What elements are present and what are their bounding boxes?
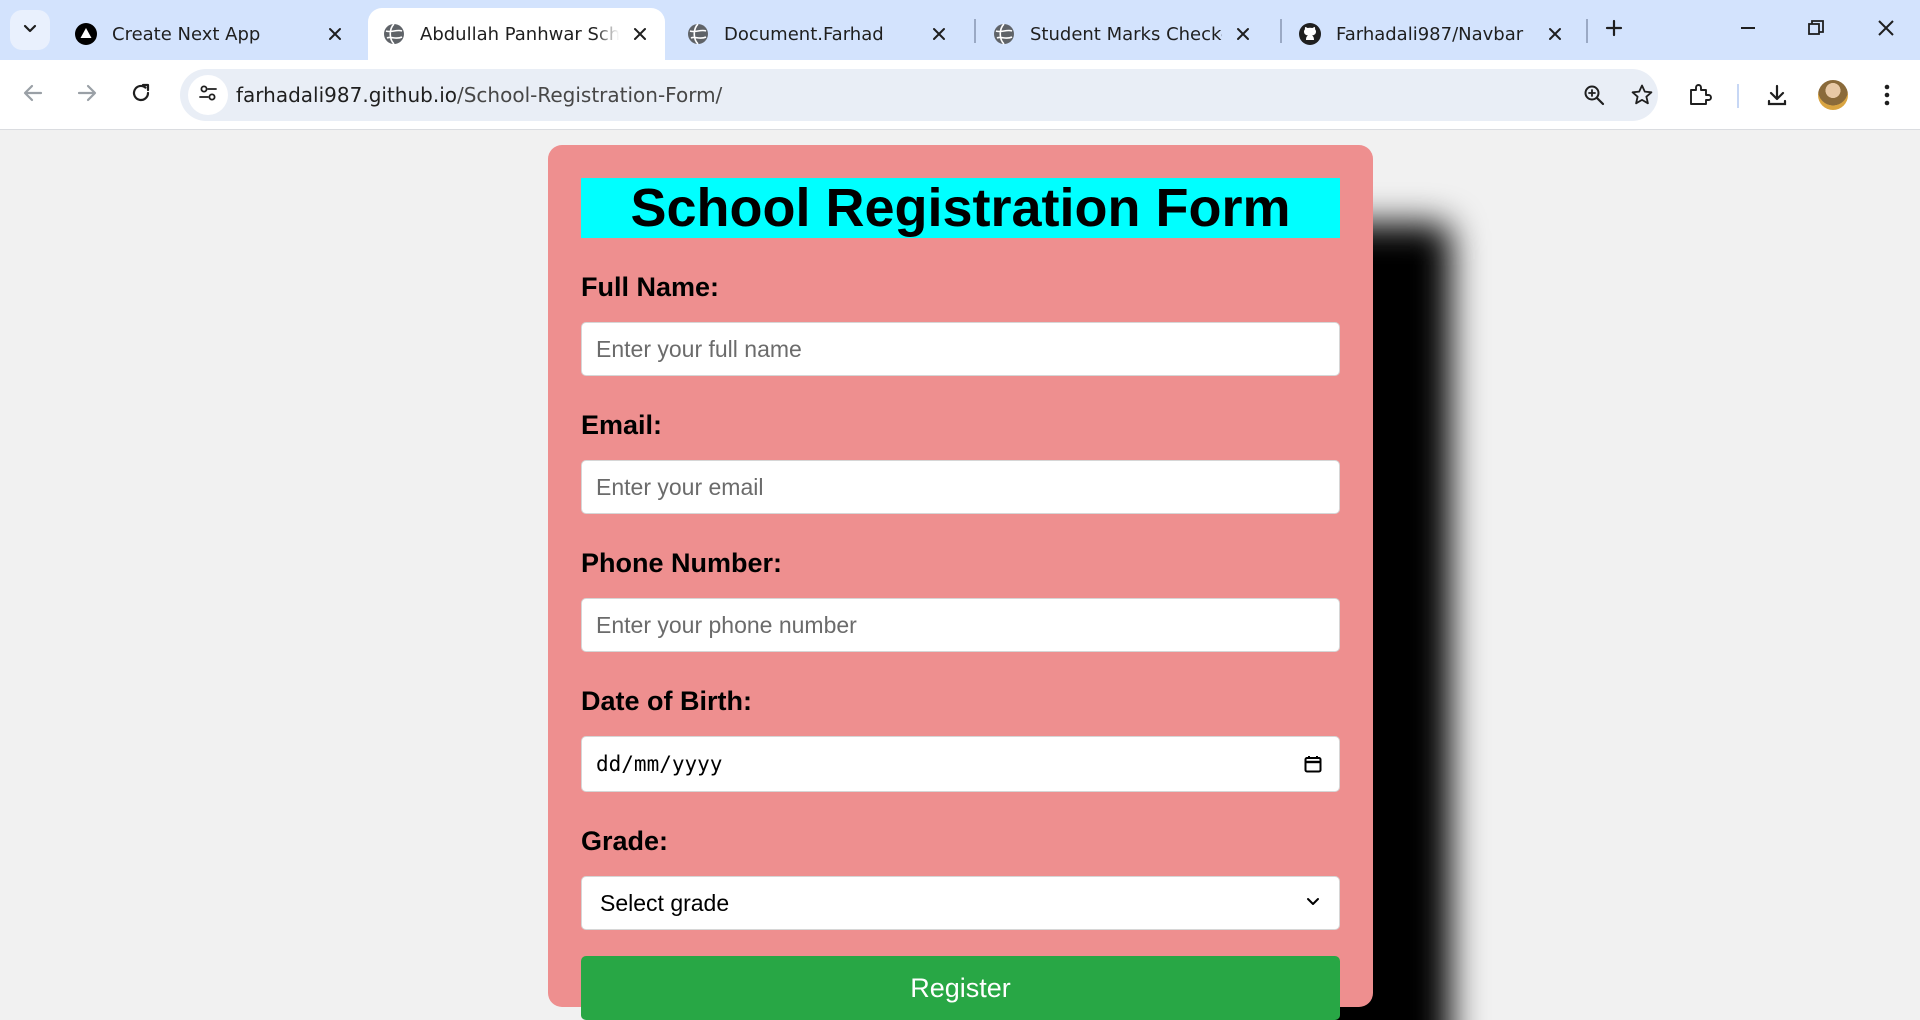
chevron-down-icon [1305,893,1321,914]
grade-label: Grade: [581,826,669,856]
phone-label: Phone Number: [581,548,783,578]
chevron-down-icon [20,18,40,43]
globe-icon [992,22,1016,46]
tab-title: Document.Farhad [724,23,884,45]
dob-input[interactable]: dd/mm/yyyy [581,736,1340,792]
kebab-menu-icon[interactable] [1866,74,1908,116]
tab-title: Student Marks Checker [1030,23,1222,45]
tab-create-next-app[interactable]: Create Next App [60,8,360,60]
calendar-icon[interactable] [1301,752,1325,776]
plus-icon [1604,18,1624,43]
url-path: /School-Registration-Form/ [457,83,723,107]
tab-title: Farhadali987/Navbar [1336,23,1524,45]
reload-icon [130,82,152,109]
close-icon[interactable] [1542,21,1568,47]
email-input[interactable] [581,460,1340,514]
url-text[interactable]: farhadali987.github.io/School-Registrati… [236,83,722,107]
url-domain: farhadali987.github.io [236,83,457,107]
full-name-label: Full Name: [581,272,720,302]
grade-select[interactable]: Select grade [581,876,1340,930]
form-title: School Registration Form [581,178,1340,238]
phone-input[interactable] [581,598,1340,652]
arrow-right-icon [76,82,98,109]
close-icon[interactable] [1230,21,1256,47]
forward-button[interactable] [66,74,108,116]
full-name-input[interactable] [581,322,1340,376]
page-viewport: School Registration Form Full Name: Emai… [0,131,1920,1020]
tab-farhadali987-navbar[interactable]: Farhadali987/Navbar [1284,8,1580,60]
bookmark-star-icon[interactable] [1624,77,1660,113]
tab-abdullah-panhwar-school[interactable]: Abdullah Panhwar School [368,8,665,60]
grade-selected-value: Select grade [600,889,730,916]
tab-strip: Create Next App Abdullah Panhwar School … [0,0,1920,60]
toolbar-separator [1737,84,1739,108]
back-button[interactable] [12,74,54,116]
email-label: Email: [581,410,663,440]
close-icon[interactable] [926,21,952,47]
tab-separator [1586,19,1588,43]
close-icon[interactable] [322,21,348,47]
arrow-left-icon [22,82,44,109]
globe-icon [382,22,406,46]
close-icon [1876,18,1896,43]
tune-icon [197,82,219,109]
dob-label: Date of Birth: [581,686,752,716]
address-bar[interactable]: farhadali987.github.io/School-Registrati… [180,69,1658,121]
profile-avatar[interactable] [1818,80,1848,110]
close-icon[interactable] [627,21,653,47]
register-button[interactable]: Register [581,956,1340,1020]
extensions-icon[interactable] [1678,74,1720,116]
globe-icon [686,22,710,46]
tab-separator [974,19,976,43]
restore-button[interactable] [1788,8,1844,52]
browser-toolbar: farhadali987.github.io/School-Registrati… [0,60,1920,130]
reload-button[interactable] [120,74,162,116]
github-icon [1298,22,1322,46]
minimize-button[interactable] [1720,8,1776,52]
restore-icon [1807,19,1825,42]
new-tab-button[interactable] [1596,12,1632,48]
tab-student-marks-checker[interactable]: Student Marks Checker [978,8,1268,60]
minimize-icon [1739,19,1757,42]
dob-value: dd/mm/yyyy [596,752,723,776]
zoom-icon[interactable] [1576,77,1612,113]
tab-separator [1280,19,1282,43]
tab-title: Abdullah Panhwar School [420,23,619,45]
site-info-button[interactable] [188,75,228,115]
tab-title: Create Next App [112,23,261,45]
registration-form: School Registration Form Full Name: Emai… [548,145,1373,1020]
download-icon[interactable] [1756,74,1798,116]
tab-document-farhad[interactable]: Document.Farhad [672,8,964,60]
tab-search-button[interactable] [10,10,50,50]
close-window-button[interactable] [1858,8,1914,52]
nextjs-logo-icon [74,22,98,46]
